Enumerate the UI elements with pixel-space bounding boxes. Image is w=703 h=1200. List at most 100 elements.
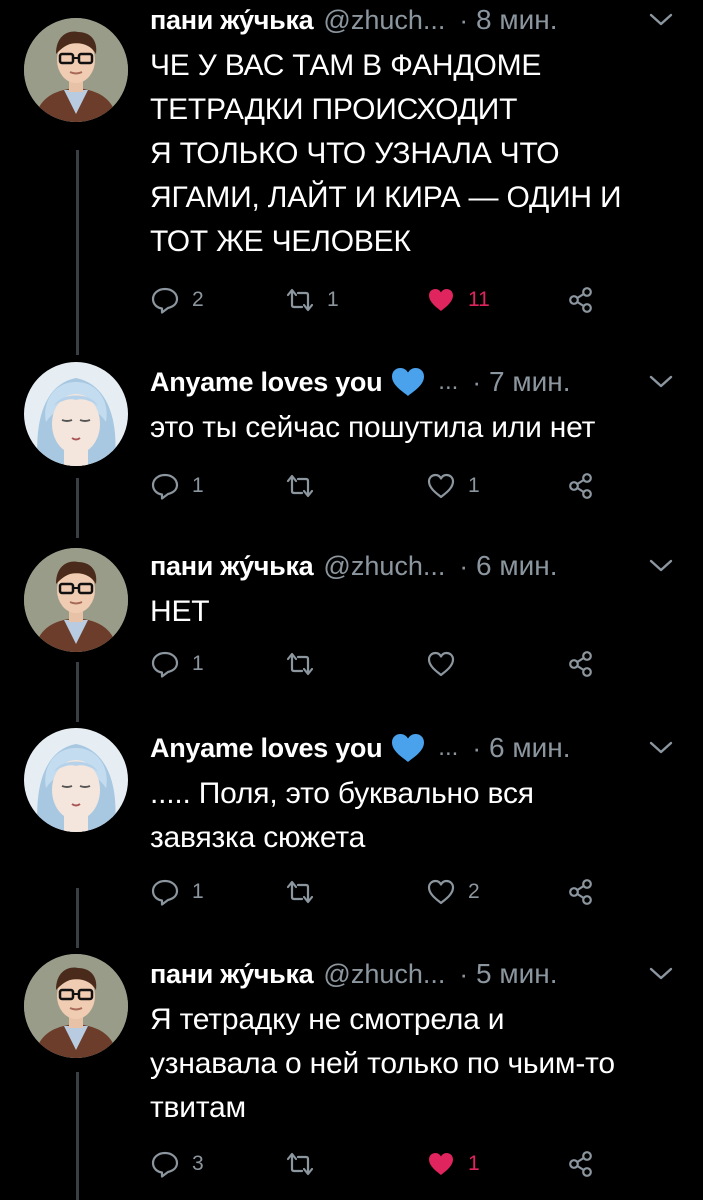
heart-filled-icon [426, 1149, 456, 1179]
separator-dot: · [459, 958, 469, 989]
action-bar: 1 [150, 644, 610, 684]
tweet-header: Anyame loves you ... · 7 мин. [150, 362, 675, 402]
reply-icon [150, 877, 180, 907]
tweet-header: пани жу́чька @zhuch... · 8 мин. [150, 0, 675, 40]
timestamp[interactable]: 6 мин. [476, 550, 557, 582]
reply-count: 1 [192, 652, 204, 675]
reply-count: 2 [192, 288, 204, 311]
avatar[interactable] [24, 548, 128, 652]
share-icon [566, 649, 596, 679]
author-name[interactable]: пани жу́чька [150, 5, 314, 36]
heart-icon [426, 649, 456, 679]
tweet-text-line: ТОТ ЖЕ ЧЕЛОВЕК [150, 225, 411, 258]
chevron-down-icon[interactable] [647, 372, 675, 392]
thread-line [76, 478, 79, 538]
share-button[interactable] [566, 872, 596, 912]
share-button[interactable] [566, 644, 596, 684]
share-icon [566, 877, 596, 907]
retweet-button[interactable] [285, 644, 315, 684]
share-button[interactable] [566, 280, 596, 320]
retweet-button[interactable]: 1 [285, 280, 339, 320]
reply-icon [150, 471, 180, 501]
like-count: 1 [468, 474, 480, 497]
retweet-icon [285, 285, 315, 315]
heart-icon [426, 471, 456, 501]
tweet-text-line: узнавала о ней только по чьим-то [150, 1047, 615, 1080]
timestamp[interactable]: 5 мин. [476, 958, 557, 990]
like-button[interactable]: 1 [426, 1144, 480, 1184]
tweet-text: ЧЕ У ВАС ТАМ В ФАНДОМЕ ТЕТРАДКИ ПРОИСХОД… [150, 44, 673, 264]
retweet-icon [285, 1149, 315, 1179]
chevron-down-icon[interactable] [647, 10, 675, 30]
tweet-text: это ты сейчас пошутила или нет [150, 406, 673, 450]
author-handle[interactable]: @zhuch... [323, 551, 445, 582]
thread-line [76, 150, 79, 355]
reply-count: 3 [192, 1152, 204, 1175]
timestamp[interactable]: 7 мин. [489, 366, 570, 398]
tweet-text-line: это ты сейчас пошутила или нет [150, 411, 596, 444]
share-icon [566, 471, 596, 501]
action-bar: 2 1 11 [150, 280, 610, 320]
action-bar: 1 1 [150, 466, 610, 506]
chevron-down-icon[interactable] [647, 964, 675, 984]
avatar[interactable] [24, 362, 128, 466]
tweet-header: пани жу́чька @zhuch... · 6 мин. [150, 546, 675, 586]
author-name[interactable]: пани жу́чька [150, 959, 314, 990]
share-icon [566, 1149, 596, 1179]
timestamp[interactable]: 6 мин. [489, 732, 570, 764]
like-button[interactable] [426, 644, 456, 684]
truncation-ellipsis: ... [438, 734, 459, 761]
action-bar: 1 2 [150, 872, 610, 912]
tweet-text: НЕТ [150, 590, 673, 634]
separator-dot: · [472, 366, 481, 397]
retweet-button[interactable] [285, 872, 315, 912]
retweet-icon [285, 471, 315, 501]
share-button[interactable] [566, 1144, 596, 1184]
author-name[interactable]: пани жу́чька [150, 551, 314, 582]
avatar[interactable] [24, 954, 128, 1058]
truncation-ellipsis: ... [438, 368, 459, 395]
reply-button[interactable]: 1 [150, 872, 204, 912]
tweet-text-line: ТЕТРАДКИ ПРОИСХОДИТ [150, 93, 518, 126]
tweet-text: Я тетрадку не смотрела и узнавала о ней … [150, 998, 673, 1130]
like-button[interactable]: 2 [426, 872, 480, 912]
retweet-count: 1 [327, 288, 339, 311]
tweet-header: Anyame loves you ... · 6 мин. [150, 728, 675, 768]
share-icon [566, 285, 596, 315]
author-name[interactable]: Anyame loves you [150, 367, 383, 398]
reply-count: 1 [192, 474, 204, 497]
chevron-down-icon[interactable] [647, 738, 675, 758]
tweet-text-line: Я тетрадку не смотрела и [150, 1003, 505, 1036]
tweet-text-line: ЧЕ У ВАС ТАМ В ФАНДОМЕ [150, 49, 542, 82]
tweet-header: пани жу́чька @zhuch... · 5 мин. [150, 954, 675, 994]
tweet-text-line: твитам [150, 1091, 246, 1124]
avatar[interactable] [24, 728, 128, 832]
author-name[interactable]: Anyame loves you [150, 733, 383, 764]
reply-icon [150, 1149, 180, 1179]
separator-dot: · [459, 4, 469, 35]
reply-count: 1 [192, 880, 204, 903]
tweet-text-line: завязка сюжета [150, 821, 366, 854]
heart-filled-icon [426, 285, 456, 315]
retweet-icon [285, 877, 315, 907]
reply-button[interactable]: 3 [150, 1144, 204, 1184]
like-button[interactable]: 11 [426, 280, 490, 320]
chevron-down-icon[interactable] [647, 556, 675, 576]
tweet-text: ..... Поля, это буквально вся завязка сю… [150, 772, 673, 860]
blue-heart-icon [390, 732, 426, 764]
like-button[interactable]: 1 [426, 466, 480, 506]
retweet-button[interactable] [285, 466, 315, 506]
avatar[interactable] [24, 18, 128, 122]
separator-dot: · [459, 550, 469, 581]
reply-button[interactable]: 1 [150, 644, 204, 684]
reply-button[interactable]: 2 [150, 280, 204, 320]
blue-heart-icon [390, 366, 426, 398]
reply-button[interactable]: 1 [150, 466, 204, 506]
author-handle[interactable]: @zhuch... [323, 959, 445, 990]
share-button[interactable] [566, 466, 596, 506]
like-count: 11 [468, 288, 490, 311]
retweet-button[interactable] [285, 1144, 315, 1184]
author-handle[interactable]: @zhuch... [323, 5, 445, 36]
thread-line [76, 662, 79, 722]
timestamp[interactable]: 8 мин. [476, 4, 557, 36]
